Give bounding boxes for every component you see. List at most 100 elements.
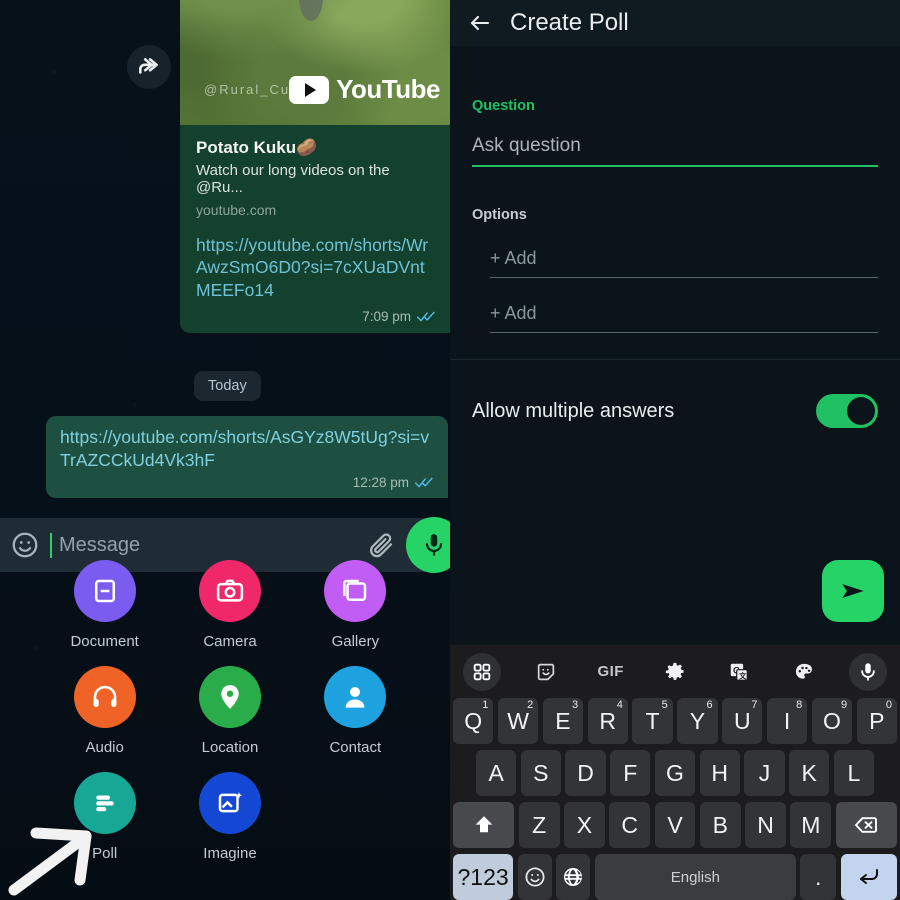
key-superscript: 0 [885, 699, 892, 711]
option-input-2[interactable]: + Add [490, 303, 878, 333]
message-link-text[interactable]: https://youtube.com/shorts/WrAwzSmO6D0?s… [180, 234, 450, 305]
key-superscript: 6 [706, 699, 713, 711]
period-key[interactable]: . [800, 854, 837, 900]
allow-multiple-answers-label: Allow multiple answers [472, 399, 675, 422]
keyboard-tool-translate[interactable]: G 文 [707, 653, 771, 691]
headphones-icon [93, 685, 117, 707]
sticker-icon-container [527, 653, 565, 691]
key-label: E [555, 707, 571, 734]
key-z[interactable]: Z [518, 802, 560, 848]
message-input[interactable]: Message [52, 534, 350, 557]
key-n[interactable]: N [745, 802, 786, 848]
key-w[interactable]: W2 [497, 698, 539, 744]
keyboard-tool-settings[interactable] [643, 653, 707, 691]
emoji-key[interactable] [517, 854, 552, 900]
key-label: Q [464, 707, 483, 734]
key-label: R [599, 707, 617, 734]
forward-message-button[interactable] [127, 45, 171, 89]
key-j[interactable]: J [744, 750, 785, 796]
question-field[interactable]: Ask question [472, 135, 878, 167]
double-check-read-icon [417, 310, 436, 323]
key-f[interactable]: F [610, 750, 651, 796]
key-g[interactable]: G [654, 750, 696, 796]
key-s[interactable]: S [520, 750, 561, 796]
on-screen-keyboard[interactable]: GIF G 文 [450, 645, 900, 900]
emoji-smiley-icon[interactable] [10, 530, 40, 560]
microphone-icon [861, 662, 875, 681]
shift-key[interactable] [453, 802, 515, 848]
attachment-camera[interactable]: Camera [167, 560, 292, 650]
space-key[interactable]: English [594, 854, 796, 900]
document-icon [94, 579, 115, 603]
app-screenshot: @Rural_Cu YouTube Potato Kuku🥔 Watch our… [0, 0, 900, 900]
numeric-key[interactable]: ?123 [453, 854, 514, 900]
key-i[interactable]: I8 [766, 698, 808, 744]
keyboard-tool-gif[interactable]: GIF [579, 653, 643, 691]
poll-form: Question Ask question Options + Add + Ad… [450, 46, 900, 360]
options-label: Options [472, 207, 527, 223]
back-arrow-icon[interactable] [468, 11, 492, 35]
apps-grid-icon-container [463, 652, 502, 691]
date-divider-chip: Today [194, 371, 261, 401]
attachment-location[interactable]: Location [167, 666, 292, 756]
key-m[interactable]: M [790, 802, 832, 848]
google-translate-icon-container: G 文 [720, 653, 758, 691]
attachment-contact[interactable]: Contact [293, 666, 418, 756]
keyboard-tool-sticker[interactable] [514, 653, 578, 691]
message-timestamp: 12:28 pm [352, 474, 409, 490]
send-poll-button[interactable] [822, 560, 884, 622]
allow-multiple-answers-row[interactable]: Allow multiple answers [450, 394, 900, 428]
keyboard-tool-voice[interactable] [836, 652, 900, 691]
key-o[interactable]: O9 [811, 698, 853, 744]
outgoing-message-bubble[interactable]: https://youtube.com/shorts/AsGYz8W5tUg?s… [46, 416, 448, 498]
key-k[interactable]: K [789, 750, 830, 796]
attachment-document[interactable]: Document [42, 560, 167, 650]
key-h[interactable]: H [699, 750, 740, 796]
question-input[interactable]: Ask question [472, 135, 878, 157]
ai-image-icon [218, 792, 243, 813]
outgoing-link-text[interactable]: https://youtube.com/shorts/AsGYz8W5tUg?s… [60, 426, 434, 472]
key-a[interactable]: A [476, 750, 517, 796]
keyboard-tool-apps[interactable] [450, 652, 514, 691]
enter-key[interactable] [840, 854, 898, 900]
attachment-gallery[interactable]: Gallery [293, 560, 418, 650]
language-key[interactable] [556, 854, 591, 900]
key-b[interactable]: B [699, 802, 741, 848]
gif-icon: GIF [597, 663, 624, 680]
key-q[interactable]: Q1 [453, 698, 494, 744]
youtube-wordmark: YouTube [336, 74, 440, 104]
allow-multiple-answers-toggle[interactable] [816, 394, 878, 428]
key-y[interactable]: Y6 [677, 698, 718, 744]
option-input-1[interactable]: + Add [490, 248, 878, 278]
key-e[interactable]: E3 [542, 698, 584, 744]
key-r[interactable]: R4 [587, 698, 628, 744]
attachment-grid: Document Camera Gallery Audio Location C… [42, 560, 418, 862]
backspace-key[interactable] [835, 802, 897, 848]
google-translate-icon: G 文 [731, 663, 749, 681]
key-u[interactable]: U7 [722, 698, 763, 744]
incoming-link-preview-bubble[interactable]: @Rural_Cu YouTube Potato Kuku🥔 Watch our… [180, 0, 450, 334]
camera-icon [216, 579, 244, 602]
key-p[interactable]: P0 [856, 698, 897, 744]
youtube-video-thumbnail[interactable]: @Rural_Cu YouTube [180, 0, 450, 125]
option-placeholder: + Add [490, 303, 537, 323]
link-preview-meta: Potato Kuku🥔 Watch our long videos on th… [180, 125, 450, 234]
key-v[interactable]: V [654, 802, 696, 848]
key-superscript: 8 [796, 699, 803, 711]
settings-gear-icon [665, 662, 684, 680]
attachment-label: Imagine [203, 845, 257, 862]
youtube-brand-overlay: YouTube [289, 74, 440, 105]
attachment-label: Contact [329, 739, 382, 756]
keyboard-toolbar: GIF G 文 [450, 645, 900, 698]
attachment-audio[interactable]: Audio [42, 666, 167, 756]
palette-icon [795, 663, 812, 679]
key-l[interactable]: L [833, 750, 874, 796]
imagine-icon-container [198, 772, 261, 834]
keyboard-tool-theme[interactable] [771, 653, 835, 691]
attachment-imagine[interactable]: Imagine [167, 772, 292, 862]
key-t[interactable]: T5 [632, 698, 673, 744]
paperclip-icon[interactable] [366, 530, 396, 560]
key-c[interactable]: C [609, 802, 651, 848]
key-x[interactable]: X [564, 802, 605, 848]
key-d[interactable]: D [565, 750, 606, 796]
